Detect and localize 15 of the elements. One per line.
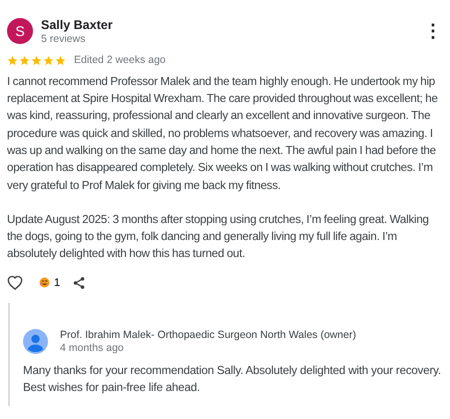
laughing-emoji-icon	[39, 277, 50, 288]
reaction-button[interactable]: 1	[39, 274, 60, 292]
review-text: Update August 2025: 3 months after stopping using crutches, I’m feeling great. Walking the dogs, going to the gym, folk dancing and generally living my full life again. I’m absolutely delighted with how this has turned out.	[7, 212, 430, 262]
reply-time: 4 months ago	[60, 342, 125, 354]
more-options-button[interactable]: ⋮	[420, 22, 446, 40]
review-count: 5 reviews	[41, 33, 86, 45]
like-button[interactable]	[7, 275, 23, 290]
owner-name[interactable]: Prof. Ibrahim Malek- Orthopaedic Surgeon North Wales (owner)	[60, 329, 356, 342]
avatar: S	[7, 18, 33, 44]
review-time: Edited 2 weeks ago	[74, 53, 166, 68]
author-name[interactable]: Sally Baxter	[41, 18, 420, 33]
profile-avatar-icon	[23, 329, 48, 354]
reply-text: Many thanks for your recommendation Sally. Absolutely delighted with your recovery. Best wishes for pain-free life ahead.	[23, 363, 442, 396]
review-text: I cannot recommend Professor Malek and the team highly enough. He undertook my hip replacement at Spire Hospital Wrexham. The care provided throughout was excellent; he was kind, reassuring, professional and clearly an excellent and innovative surgeon. The procedure was quick and skilled, no problems whatsoever, and recovery was amazing. I was up and walking on the same day and home the next. The awful pain I had before the operation has disappeared completely. Six weeks on I was walking without crutches. I’m very grateful to Prof Malek for giving me back my fitness.	[7, 74, 439, 194]
share-icon[interactable]	[72, 276, 86, 290]
